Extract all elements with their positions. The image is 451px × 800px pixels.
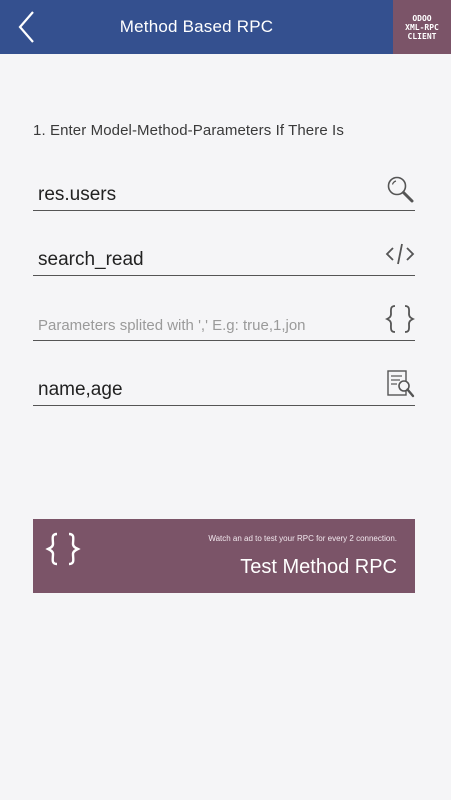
document-search-icon[interactable] [385,369,415,399]
method-field [33,241,415,276]
parameters-field [33,304,415,341]
app-logo: ODOO XML-RPC CLIENT [393,0,451,54]
logo-line-3: CLIENT [407,31,437,41]
code-icon[interactable] [385,239,415,269]
logo-line-1: ODOO [412,13,432,23]
method-input[interactable] [38,249,368,271]
parameters-input[interactable] [38,314,368,336]
top-app-bar: Method Based RPC ODOO XML-RPC CLIENT [0,0,451,54]
fields-field [33,369,415,406]
ad-hint-text: Watch an ad to test your RPC for every 2… [208,534,397,543]
instruction-text: 1. Enter Model-Method-Parameters If Ther… [33,122,344,139]
test-method-rpc-button[interactable]: Watch an ad to test your RPC for every 2… [33,519,415,593]
model-input[interactable] [38,184,368,206]
fields-input[interactable] [38,379,368,401]
model-field [33,176,415,211]
search-icon[interactable] [385,174,415,204]
braces-icon[interactable] [385,304,415,334]
test-method-rpc-label: Test Method RPC [240,556,397,578]
page-title: Method Based RPC [119,17,274,36]
braces-icon [45,531,81,567]
logo-line-2: XML-RPC [405,22,439,32]
